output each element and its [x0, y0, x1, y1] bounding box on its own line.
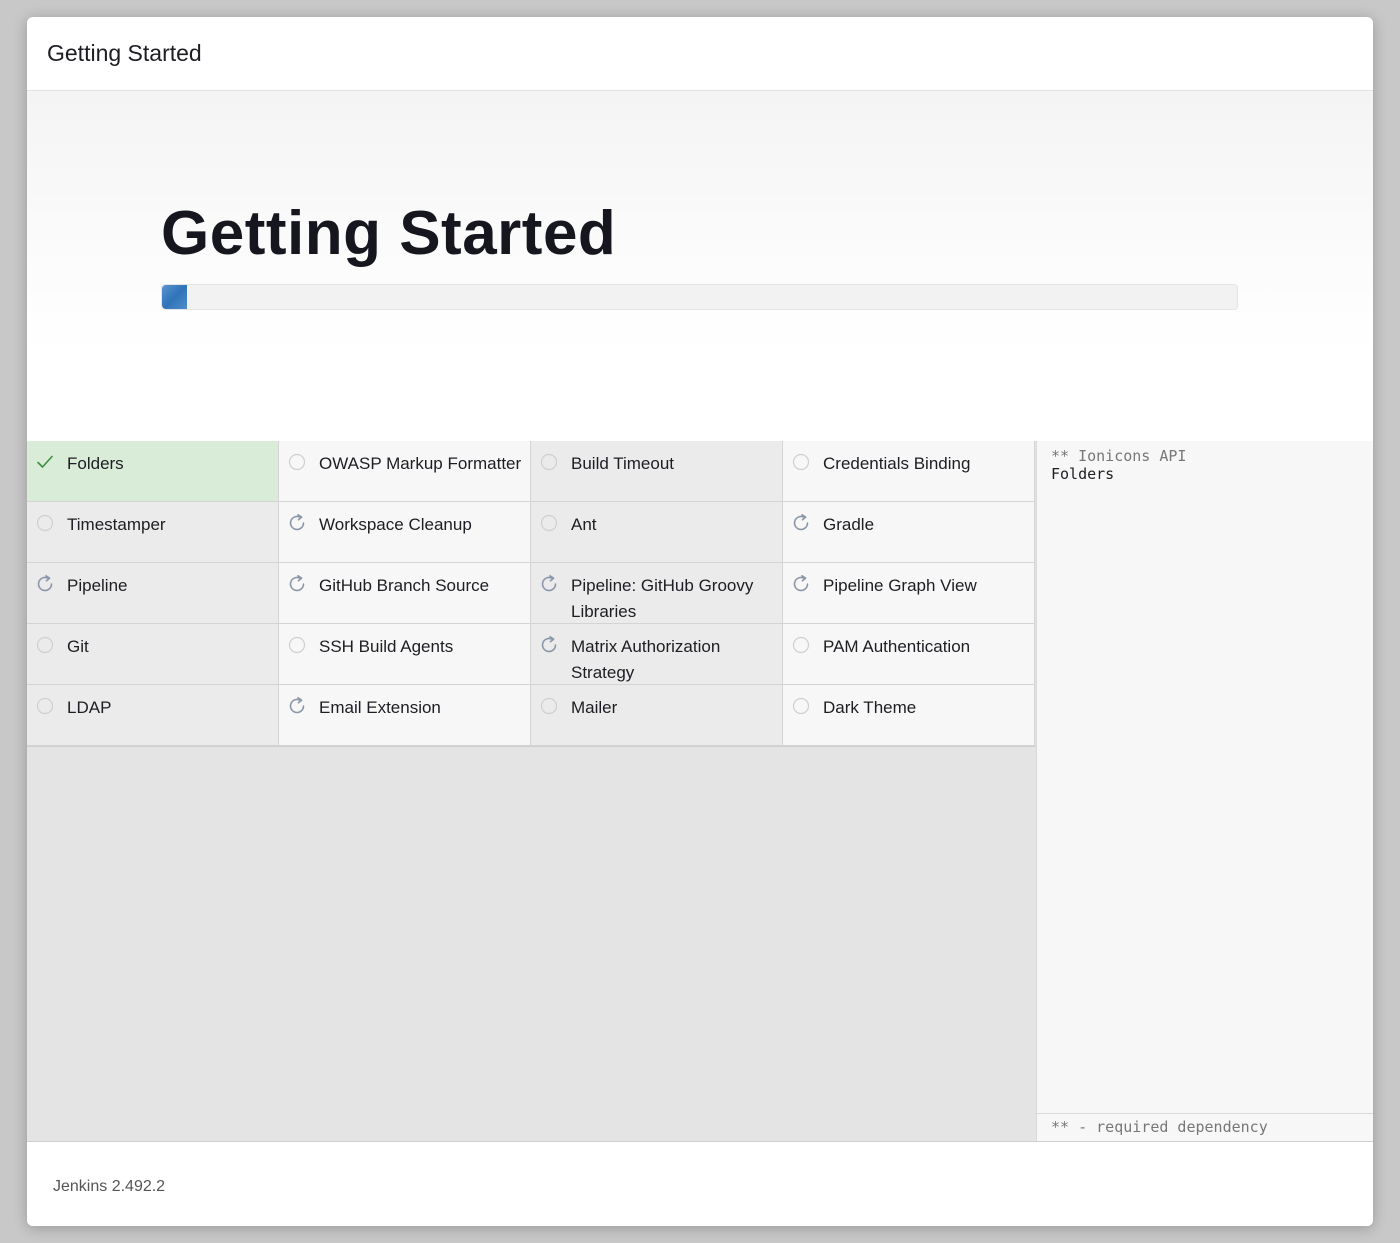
plugin-label: OWASP Markup Formatter: [319, 454, 522, 473]
plugin-label: Credentials Binding: [823, 454, 971, 473]
circle-icon: [35, 635, 55, 655]
plugin-item: Pipeline: GitHub Groovy Libraries: [531, 563, 783, 624]
refresh-icon: [791, 513, 811, 533]
plugin-label: Mailer: [571, 698, 618, 717]
circle-icon: [539, 513, 559, 533]
plugin-item: SSH Build Agents: [279, 624, 531, 685]
dialog-title: Getting Started: [47, 40, 202, 66]
setup-wizard-dialog: Getting Started Getting Started Folders O…: [27, 17, 1373, 1226]
refresh-icon: [539, 635, 559, 655]
plugin-item: Matrix Authorization Strategy: [531, 624, 783, 685]
plugin-item: Workspace Cleanup: [279, 502, 531, 563]
plugin-label: LDAP: [67, 698, 112, 717]
plugin-item: GitHub Branch Source: [279, 563, 531, 624]
install-log: ** Ionicons API Folders: [1051, 447, 1363, 483]
circle-icon: [791, 696, 811, 716]
plugin-label: Git: [67, 637, 89, 656]
circle-icon: [287, 635, 307, 655]
plugin-item: Ant: [531, 502, 783, 563]
plugin-label: Build Timeout: [571, 454, 674, 473]
refresh-icon: [287, 696, 307, 716]
refresh-icon: [791, 574, 811, 594]
page-title: Getting Started: [161, 199, 617, 268]
refresh-icon: [287, 513, 307, 533]
plugin-item: Mailer: [531, 685, 783, 746]
plugin-label: Dark Theme: [823, 698, 917, 717]
plugin-item: Dark Theme: [783, 685, 1035, 746]
refresh-icon: [539, 574, 559, 594]
install-log-panel[interactable]: ** Ionicons API Folders ** - required dep…: [1036, 441, 1373, 1141]
plugin-item: OWASP Markup Formatter: [279, 441, 531, 502]
install-progress-bar: [161, 284, 1238, 310]
log-line: ** Ionicons API: [1051, 447, 1187, 465]
circle-icon: [287, 452, 307, 472]
plugin-label: Pipeline: [67, 576, 128, 595]
refresh-icon: [35, 574, 55, 594]
dialog-header: Getting Started: [27, 17, 1373, 91]
dialog-footer: Jenkins 2.492.2: [27, 1141, 1373, 1226]
plugin-label: Gradle: [823, 515, 875, 534]
log-line: Folders: [1051, 465, 1115, 483]
plugin-label: Folders: [67, 454, 124, 473]
checkmark-icon: [35, 452, 55, 472]
plugin-item: Folders: [27, 441, 279, 502]
plugin-label: Pipeline: GitHub Groovy Libraries: [571, 576, 754, 621]
dependency-legend: ** - required dependency: [1037, 1113, 1373, 1141]
plugin-item: PAM Authentication: [783, 624, 1035, 685]
refresh-icon: [287, 574, 307, 594]
plugin-item: Build Timeout: [531, 441, 783, 502]
plugin-label: SSH Build Agents: [319, 637, 454, 656]
circle-icon: [791, 452, 811, 472]
plugin-label: Email Extension: [319, 698, 441, 717]
plugin-item: LDAP: [27, 685, 279, 746]
plugin-grid: Folders OWASP Markup Formatter Build Timeo…: [27, 441, 1036, 747]
plugin-item: Gradle: [783, 502, 1035, 563]
plugin-label: GitHub Branch Source: [319, 576, 490, 595]
circle-icon: [539, 452, 559, 472]
install-progress-fill: [162, 285, 187, 309]
plugin-label: PAM Authentication: [823, 637, 971, 656]
plugin-label: Timestamper: [67, 515, 166, 534]
hero-section: Getting Started: [27, 91, 1373, 442]
circle-icon: [791, 635, 811, 655]
plugin-item: Pipeline: [27, 563, 279, 624]
plugin-item: Credentials Binding: [783, 441, 1035, 502]
jenkins-version: Jenkins 2.492.2: [53, 1178, 166, 1195]
plugin-label: Ant: [571, 515, 597, 534]
circle-icon: [35, 696, 55, 716]
plugin-item: Git: [27, 624, 279, 685]
plugin-label: Pipeline Graph View: [823, 576, 977, 595]
plugin-label: Workspace Cleanup: [319, 515, 472, 534]
plugin-item: Email Extension: [279, 685, 531, 746]
plugin-install-area: Folders OWASP Markup Formatter Build Timeo…: [27, 441, 1373, 1141]
plugin-item: Timestamper: [27, 502, 279, 563]
plugin-label: Matrix Authorization Strategy: [571, 637, 721, 682]
plugin-item: Pipeline Graph View: [783, 563, 1035, 624]
circle-icon: [35, 513, 55, 533]
circle-icon: [539, 696, 559, 716]
